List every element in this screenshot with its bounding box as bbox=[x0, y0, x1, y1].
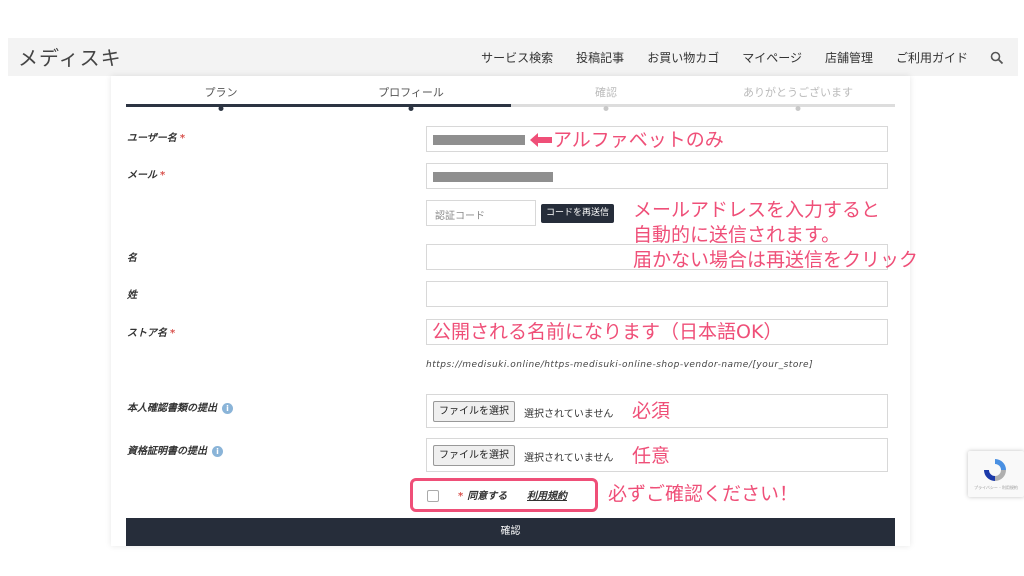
site-title[interactable]: メディスキ bbox=[18, 42, 122, 71]
confirm-button[interactable]: 確認 bbox=[126, 518, 895, 546]
nav-item-store-management[interactable]: 店舗管理 bbox=[825, 49, 873, 66]
store-name-label: ストア名 * bbox=[127, 328, 176, 339]
last-name-input[interactable] bbox=[426, 281, 888, 307]
left-arrow-icon bbox=[530, 133, 552, 147]
choose-file-button[interactable]: ファイルを選択 bbox=[433, 401, 515, 422]
nav-item-service-search[interactable]: サービス検索 bbox=[481, 49, 553, 66]
last-name-label: 姓 bbox=[127, 290, 137, 301]
step-confirm: 確認 bbox=[595, 86, 617, 99]
email-label: メール * bbox=[127, 170, 166, 181]
annotation-required: 必須 bbox=[632, 400, 671, 422]
email-input[interactable] bbox=[426, 163, 888, 189]
nav-item-mypage[interactable]: マイページ bbox=[742, 49, 802, 66]
site-header: メディスキ サービス検索 投稿記事 お買い物カゴ マイページ 店舗管理 ご利用ガ… bbox=[8, 38, 1018, 76]
required-mark: * bbox=[179, 133, 186, 144]
nav-item-articles[interactable]: 投稿記事 bbox=[576, 49, 624, 66]
annotation-agree: 必ずご確認ください！ bbox=[608, 483, 799, 505]
progress-track bbox=[126, 104, 895, 107]
first-name-label: 名 bbox=[127, 253, 137, 264]
info-icon[interactable]: i bbox=[222, 402, 233, 414]
verification-code-input[interactable]: 認証コード bbox=[426, 200, 536, 226]
file-status: 選択されていません bbox=[524, 409, 614, 420]
recaptcha-footer: プライバシー - 利用規約 bbox=[974, 485, 1018, 490]
redacted-value bbox=[433, 172, 553, 182]
nav-item-cart[interactable]: お買い物カゴ bbox=[647, 49, 719, 66]
redacted-value bbox=[433, 135, 525, 145]
recaptcha-badge[interactable]: プライバシー - 利用規約 bbox=[968, 451, 1024, 497]
main-nav: サービス検索 投稿記事 お買い物カゴ マイページ 店舗管理 ご利用ガイド bbox=[458, 38, 1004, 76]
license-document-label: 資格証明書の提出 i bbox=[127, 442, 223, 457]
step-plan: プラン bbox=[204, 86, 238, 99]
step-dot-profile bbox=[408, 106, 414, 111]
annotation-store-name: 公開される名前になります（日本語OK） bbox=[432, 321, 783, 343]
annotation-email-line: 届かない場合は再送信をクリック bbox=[633, 249, 919, 271]
required-mark: * bbox=[170, 328, 176, 339]
annotation-username: アルファベットのみ bbox=[553, 129, 724, 151]
id-document-label: 本人確認書類の提出 i bbox=[127, 399, 233, 414]
annotation-email-line: メールアドレスを入力すると bbox=[633, 199, 881, 221]
step-profile: プロフィール bbox=[378, 86, 444, 99]
recaptcha-icon bbox=[984, 459, 1006, 481]
annotation-optional: 任意 bbox=[632, 445, 671, 467]
choose-file-button[interactable]: ファイルを選択 bbox=[433, 445, 515, 466]
step-dot-confirm bbox=[603, 106, 609, 111]
step-thanks: ありがとうございます bbox=[743, 86, 853, 99]
search-icon[interactable] bbox=[990, 50, 1004, 65]
username-label: ユーザー名 * bbox=[127, 133, 186, 144]
progress-fill bbox=[126, 104, 511, 107]
annotation-email: メールアドレスを入力すると 自動的に送信されます。 届かない場合は再送信をクリッ… bbox=[633, 198, 918, 273]
info-icon[interactable]: i bbox=[212, 445, 223, 457]
agree-highlight-box bbox=[410, 478, 598, 512]
nav-item-guide[interactable]: ご利用ガイド bbox=[896, 49, 968, 66]
step-dot-thanks bbox=[795, 106, 801, 111]
required-mark: * bbox=[160, 170, 166, 181]
step-dot-plan bbox=[218, 106, 224, 111]
file-status: 選択されていません bbox=[524, 453, 614, 464]
annotation-email-line: 自動的に送信されます。 bbox=[633, 224, 841, 246]
store-url-hint: https://medisuki.online/https-medisuki-o… bbox=[426, 360, 814, 370]
registration-card: プラン プロフィール 確認 ありがとうございます ユーザー名 * メール * 認証コ… bbox=[111, 76, 910, 546]
resend-code-button[interactable]: コードを再送信 bbox=[541, 204, 615, 223]
